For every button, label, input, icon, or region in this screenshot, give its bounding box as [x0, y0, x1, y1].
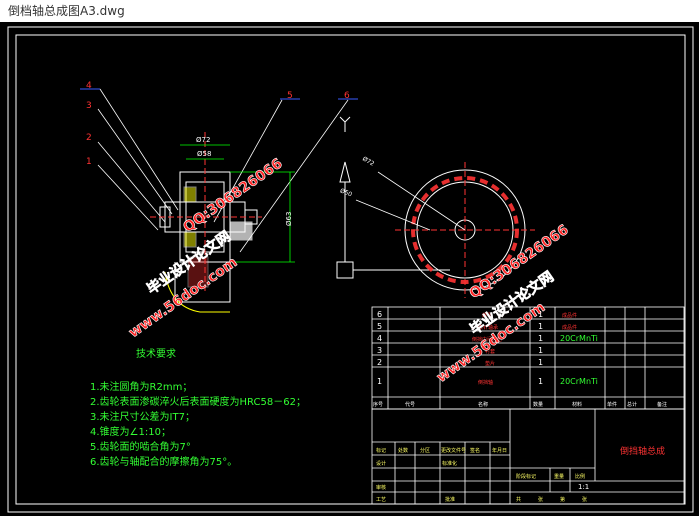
bom-qty-3: 1 — [538, 346, 543, 355]
bom-header-no: 序号 — [373, 401, 383, 408]
tb-page: 第 — [560, 496, 565, 503]
tb-mark: 标记 — [376, 447, 386, 454]
bom-no-4: 4 — [377, 334, 382, 343]
tech-heading: 技术要求 — [136, 347, 176, 360]
bom-header-note: 备注 — [657, 401, 667, 408]
watermark-group-1: 毕业设计论文网 www.56doc.com QQ:306826066 — [126, 155, 286, 341]
window-title: 倒档轴总成图A3.dwg — [0, 0, 699, 22]
tb-sign: 签名 — [470, 447, 480, 454]
tech-requirements: 技术要求 1.未注圆角为R2mm； 2.齿轮表面渗碳淬火后表面硬度为HRC58－… — [90, 347, 306, 468]
tech-item-6: 6.齿轮与轴配合的摩擦角为75°。 — [90, 455, 237, 468]
callout-1: 1 — [86, 157, 92, 167]
dim-d5: Ø50 — [339, 187, 353, 198]
dim-d1: Ø72 — [196, 136, 210, 144]
bom-header-mat: 材料 — [572, 401, 582, 408]
tb-scale-value: 1:1 — [578, 483, 589, 491]
tech-item-2: 2.齿轮表面渗碳淬火后表面硬度为HRC58－62； — [90, 395, 306, 408]
tb-count: 处数 — [398, 447, 408, 454]
bom-no-5: 5 — [377, 322, 382, 331]
view-arrow — [336, 116, 450, 279]
tb-drawing-name: 倒挡轴总成 — [620, 445, 665, 457]
tb-review: 审核 — [376, 484, 386, 491]
tech-item-1: 1.未注圆角为R2mm； — [90, 380, 192, 393]
bom-qty-2: 1 — [538, 358, 543, 367]
bom-header-unit: 单件 — [607, 401, 617, 408]
tb-stage: 阶段标记 — [516, 473, 536, 480]
bom-header-name: 名称 — [478, 401, 488, 408]
tb-change: 更改文件号 — [441, 447, 466, 454]
bom-header-code: 代号 — [405, 401, 415, 408]
callout-group: 1 2 3 4 5 6 — [86, 81, 350, 167]
tb-sheet2: 张 — [582, 496, 587, 503]
bom-name-1: 倒挡轴 — [478, 379, 493, 386]
bom-no-6: 6 — [377, 310, 382, 319]
tb-date: 年月日 — [492, 447, 507, 454]
tb-standard: 标准化 — [442, 460, 457, 467]
dim-d3: Ø63 — [285, 212, 293, 226]
tb-weight: 重量 — [554, 473, 564, 480]
bom-header-qty: 数量 — [533, 401, 543, 408]
dim-d2: Ø58 — [197, 150, 211, 158]
watermark-group-2: 毕业设计论文网 www.56doc.com QQ:306826066 — [434, 222, 572, 387]
tb-approve: 批准 — [445, 496, 455, 503]
bom-no-3: 3 — [377, 346, 382, 355]
tb-design: 设计 — [376, 460, 386, 467]
bom-headers: 序号 代号 名称 数量 材料 单件 总计 备注 — [373, 401, 667, 408]
tb-scale: 比例 — [575, 473, 585, 480]
bom-header-total: 总计 — [627, 401, 637, 408]
bom-no-1: 1 — [377, 377, 382, 386]
bom-no-2: 2 — [377, 358, 382, 367]
callout-2: 2 — [86, 133, 92, 143]
bom-qty-1: 1 — [538, 377, 543, 386]
tb-zone: 分区 — [420, 447, 430, 454]
bom-qty-4: 1 — [538, 334, 543, 343]
tech-item-5: 5.齿轮面的啮合角为7° — [90, 440, 191, 453]
dim-d4: Ø72 — [361, 155, 375, 167]
tech-item-3: 3.未注尺寸公差为IT7； — [90, 410, 195, 423]
callout-underlines — [80, 88, 358, 100]
bom-mat-6: 成品件 — [562, 312, 577, 319]
leader-lines — [97, 88, 349, 253]
tb-sheet: 张 — [538, 496, 543, 503]
end-view-labels: Ø72 Ø50 — [339, 155, 376, 198]
bom-mat-5: 成品件 — [562, 324, 577, 331]
bom-mat-1: 20CrMnTi — [560, 377, 598, 386]
callout-3: 3 — [86, 101, 92, 111]
bom-qty-5: 1 — [538, 322, 543, 331]
bom-name-2: 垫片 — [485, 360, 495, 367]
tb-craft: 工艺 — [376, 497, 386, 503]
cad-canvas[interactable]: 1 2 3 4 5 6 Ø72 Ø58 Ø63 Ø72 Ø50 技术要求 1.未… — [0, 22, 699, 516]
tech-item-4: 4.锥度为∠1:10； — [90, 425, 171, 438]
drawing-border-outer — [7, 26, 694, 513]
bom-mat-4: 20CrMnTi — [560, 334, 598, 343]
tb-total: 共 — [516, 496, 521, 503]
